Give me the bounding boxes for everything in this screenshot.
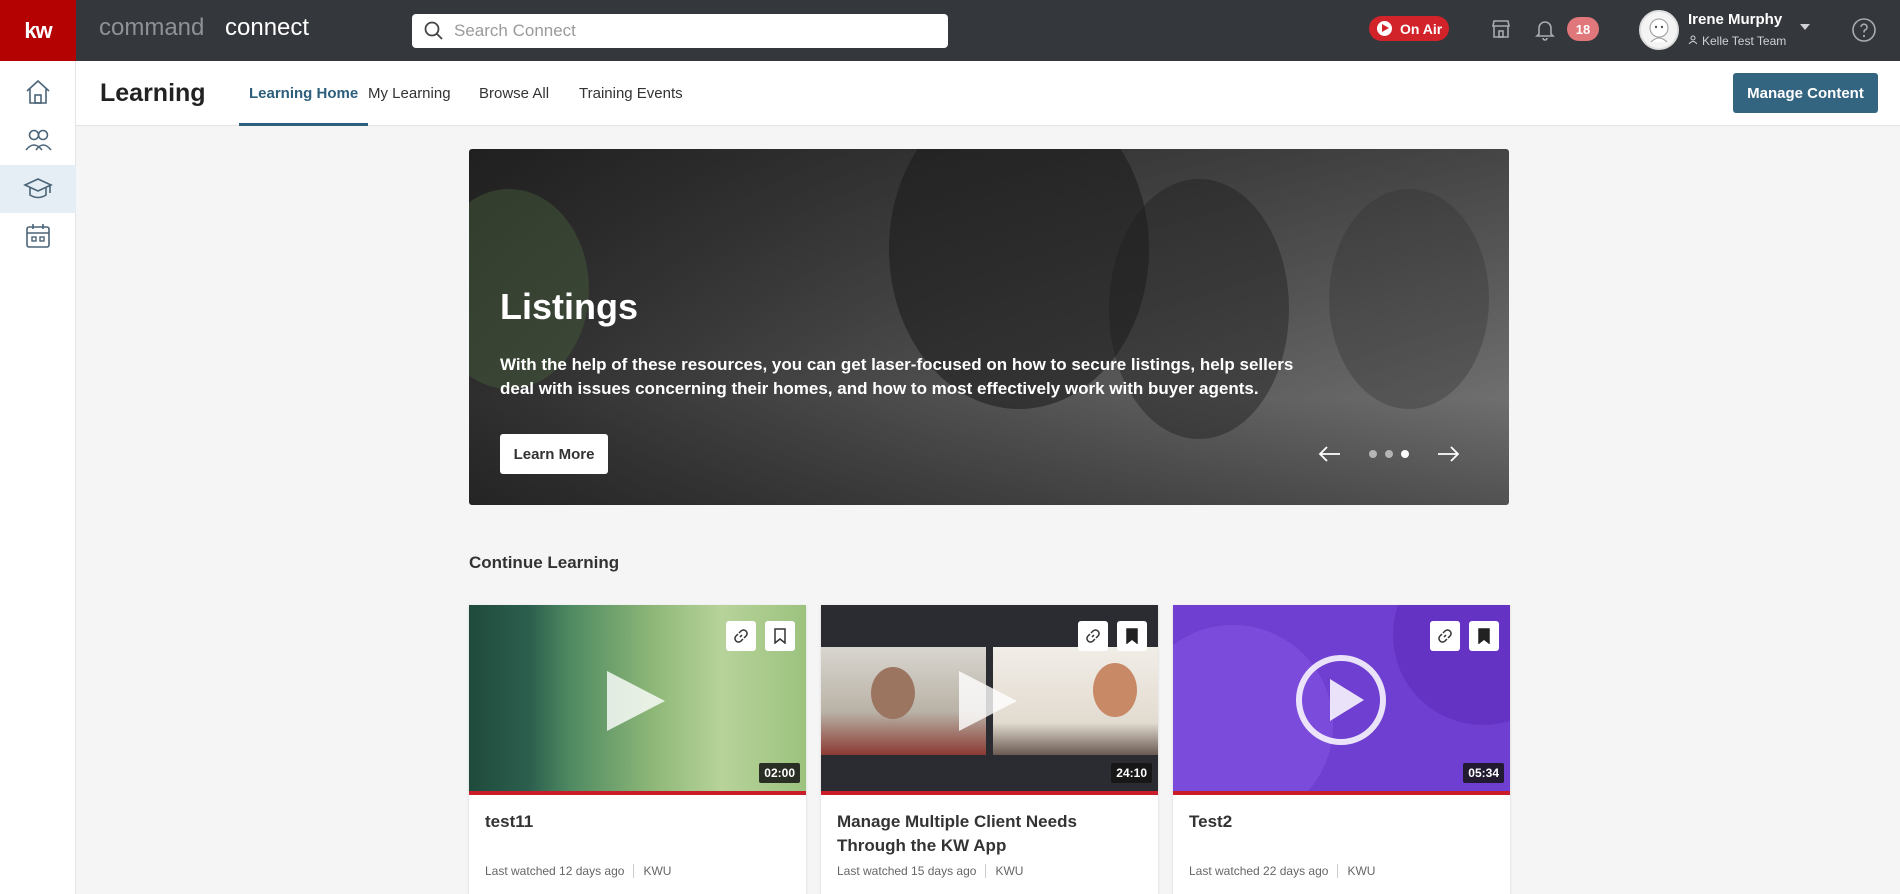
- tab-my-learning[interactable]: My Learning: [368, 85, 451, 126]
- last-watched: Last watched 12 days ago: [485, 864, 625, 878]
- bell-icon[interactable]: [1533, 17, 1557, 41]
- team-icon: [1688, 35, 1698, 45]
- copy-link-button[interactable]: [1078, 621, 1108, 651]
- tab-training-events[interactable]: Training Events: [579, 85, 683, 126]
- sidebar-item-contacts[interactable]: [0, 116, 76, 164]
- carousel-dot[interactable]: [1385, 450, 1393, 458]
- arrow-right-icon: [1438, 446, 1460, 462]
- carousel-dot-active[interactable]: [1401, 450, 1409, 458]
- calendar-icon: [26, 224, 50, 248]
- video-thumbnail[interactable]: 02:00: [469, 605, 806, 794]
- play-icon[interactable]: [959, 671, 1017, 731]
- card-meta: Last watched 15 days ago KWU: [837, 864, 1023, 878]
- course-card[interactable]: 24:10 Manage Multiple Client Needs Throu…: [821, 605, 1158, 894]
- course-source: KWU: [1347, 864, 1376, 878]
- sidebar-item-learning[interactable]: [0, 165, 76, 213]
- help-icon[interactable]: [1851, 17, 1877, 43]
- brand-command[interactable]: command: [99, 14, 204, 42]
- video-duration: 24:10: [1111, 763, 1152, 783]
- hero-description: With the help of these resources, you ca…: [500, 355, 1294, 398]
- divider: [1337, 864, 1339, 878]
- avatar[interactable]: [1639, 10, 1679, 50]
- carousel-dot[interactable]: [1369, 450, 1377, 458]
- on-air-button[interactable]: On Air: [1369, 16, 1449, 41]
- brand-connect[interactable]: connect: [225, 14, 309, 42]
- play-icon[interactable]: [607, 671, 665, 731]
- graduation-cap-icon: [23, 178, 53, 199]
- kw-logo[interactable]: kw: [0, 0, 76, 61]
- carousel-next-button[interactable]: [1435, 439, 1461, 469]
- home-icon: [26, 79, 50, 104]
- link-icon: [1438, 629, 1452, 643]
- watch-progress-bar: [1173, 791, 1510, 795]
- bookmark-outline-icon: [774, 628, 786, 644]
- bookmark-button[interactable]: [765, 621, 795, 651]
- watch-progress-bar: [821, 791, 1158, 795]
- arrow-left-icon: [1318, 446, 1340, 462]
- continue-learning-title: Continue Learning: [469, 553, 620, 572]
- store-icon[interactable]: [1489, 17, 1513, 41]
- copy-link-button[interactable]: [1430, 621, 1460, 651]
- search-box[interactable]: [412, 14, 948, 48]
- sidebar: [0, 61, 76, 894]
- top-bar: kw command connect On Air 18 Irene Murph…: [0, 0, 1900, 61]
- avatar-illustration-icon: [1641, 12, 1677, 48]
- video-thumbnail[interactable]: 05:34: [1173, 605, 1510, 794]
- tab-learning-home[interactable]: Learning Home: [239, 85, 369, 126]
- bookmark-filled-icon: [1478, 628, 1490, 644]
- people-icon: [25, 129, 52, 151]
- watch-progress-bar: [469, 791, 806, 795]
- bookmark-filled-icon: [1126, 628, 1138, 644]
- card-meta: Last watched 22 days ago KWU: [1189, 864, 1375, 878]
- chevron-down-icon[interactable]: [1800, 24, 1810, 30]
- divider: [633, 864, 635, 878]
- hero-background-figure: [1329, 189, 1489, 409]
- play-circle-icon[interactable]: [1294, 653, 1388, 747]
- card-meta: Last watched 12 days ago KWU: [485, 864, 671, 878]
- link-icon: [1086, 629, 1100, 643]
- learn-more-button[interactable]: Learn More: [500, 434, 608, 474]
- carousel-prev-button[interactable]: [1317, 439, 1343, 469]
- page-title: Learning: [100, 79, 206, 107]
- link-icon: [734, 629, 748, 643]
- hero-title: Listings: [500, 286, 639, 327]
- play-circle-icon: [1377, 21, 1392, 36]
- last-watched: Last watched 22 days ago: [1189, 864, 1329, 878]
- video-person: [1093, 663, 1137, 717]
- course-card[interactable]: 02:00 test11 Last watched 12 days ago KW…: [469, 605, 806, 894]
- hero-banner: Listings With the help of these resource…: [469, 149, 1509, 505]
- sidebar-item-home[interactable]: [0, 68, 76, 116]
- on-air-label: On Air: [1400, 20, 1443, 37]
- tab-browse-all[interactable]: Browse All: [479, 85, 549, 126]
- manage-content-button[interactable]: Manage Content: [1733, 73, 1878, 113]
- bookmark-button[interactable]: [1469, 621, 1499, 651]
- search-input[interactable]: [454, 21, 934, 41]
- learning-header: Learning Learning Home My Learning Brows…: [76, 61, 1900, 126]
- course-source: KWU: [643, 864, 672, 878]
- copy-link-button[interactable]: [726, 621, 756, 651]
- user-team: Kelle Test Team: [1702, 34, 1787, 48]
- course-card[interactable]: 05:34 Test2 Last watched 22 days ago KWU: [1173, 605, 1510, 894]
- card-title[interactable]: Manage Multiple Client Needs Through the…: [837, 810, 1147, 858]
- search-icon: [424, 21, 443, 40]
- course-source: KWU: [995, 864, 1024, 878]
- video-person: [871, 667, 915, 719]
- card-title[interactable]: test11: [485, 810, 795, 834]
- last-watched: Last watched 15 days ago: [837, 864, 977, 878]
- user-name[interactable]: Irene Murphy: [1688, 11, 1782, 28]
- bookmark-button[interactable]: [1117, 621, 1147, 651]
- video-duration: 02:00: [759, 763, 800, 783]
- divider: [985, 864, 987, 878]
- sidebar-item-calendar[interactable]: [0, 212, 76, 260]
- video-thumbnail[interactable]: 24:10: [821, 605, 1158, 794]
- video-duration: 05:34: [1463, 763, 1504, 783]
- notifications-badge[interactable]: 18: [1567, 17, 1599, 41]
- card-title[interactable]: Test2: [1189, 810, 1499, 834]
